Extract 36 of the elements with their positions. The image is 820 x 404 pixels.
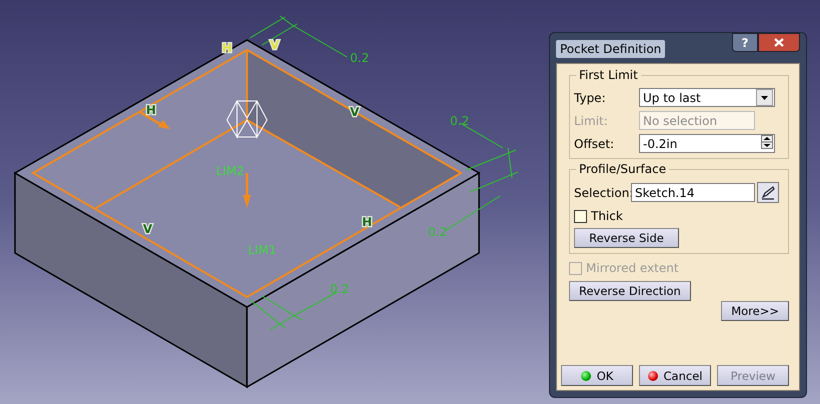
field-label: Type: <box>574 90 607 104</box>
pencil-icon <box>760 184 776 200</box>
constraint-label: H <box>146 103 156 117</box>
status-ball-icon <box>580 370 591 380</box>
constraint-label: H <box>362 215 372 229</box>
limit-label: LIM1 <box>248 243 276 257</box>
group-title: First Limit <box>576 68 641 82</box>
reverse-direction-button[interactable]: Reverse Direction <box>569 281 691 301</box>
field-label: Offset: <box>574 136 616 150</box>
cancel-button[interactable]: Cancel <box>639 365 711 386</box>
field-label: Limit: <box>574 114 609 128</box>
compass-drawing <box>226 100 268 139</box>
limit-label: LIM2 <box>216 164 244 178</box>
selection-field[interactable]: Sketch.14 <box>631 183 755 202</box>
dimension-label: 0.2 <box>350 51 370 65</box>
dimension-label: 0.2 <box>330 282 350 296</box>
spinner-icon <box>761 135 773 152</box>
constraint-label: V <box>143 222 152 236</box>
more-button[interactable]: More>> <box>721 301 789 321</box>
thick-checkbox[interactable]: Thick <box>574 209 784 223</box>
group-title: Profile/Surface <box>576 162 670 176</box>
ok-button[interactable]: OK <box>561 365 633 386</box>
field-label: Selection: <box>574 186 631 200</box>
reverse-side-button[interactable]: Reverse Side <box>574 228 679 248</box>
status-ball-icon <box>648 370 658 380</box>
dimension-label: 0.2 <box>450 114 470 128</box>
constraint-label: V <box>270 38 280 52</box>
offset-field[interactable]: -0.2in <box>639 134 775 153</box>
close-icon <box>774 38 784 47</box>
window-title: Pocket Definition <box>556 40 666 58</box>
direction-arrow <box>243 173 251 208</box>
dimension-label: 0.2 <box>428 225 448 239</box>
close-button[interactable] <box>758 33 800 52</box>
type-dropdown[interactable]: Up to last <box>639 88 775 107</box>
help-button[interactable]: ? <box>732 33 758 52</box>
sketch-button[interactable] <box>757 182 779 203</box>
